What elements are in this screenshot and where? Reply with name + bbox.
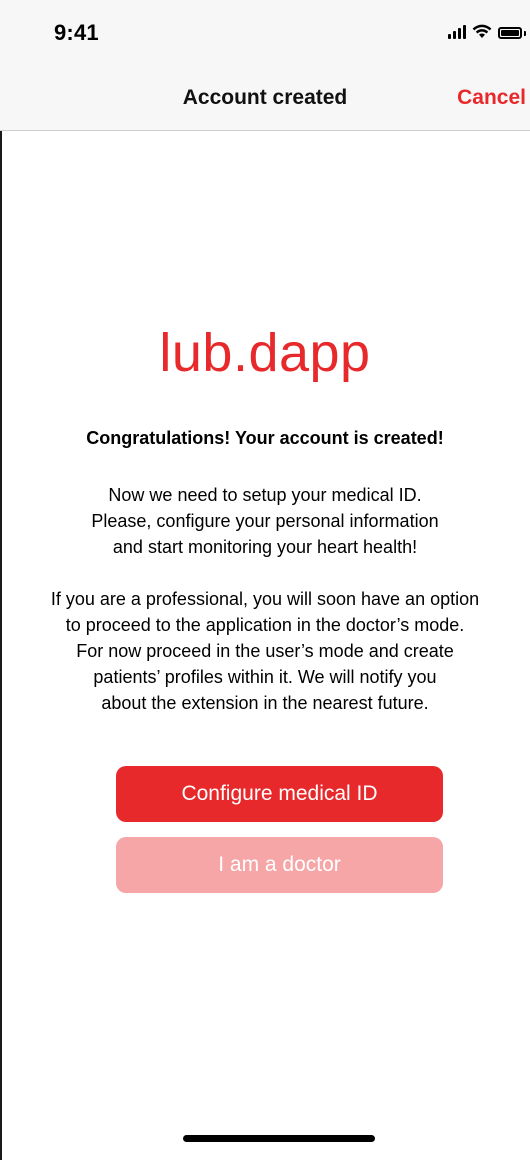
i-am-a-doctor-button[interactable]: I am a doctor [116,837,443,893]
professional-notice: If you are a professional, you will soon… [0,586,530,716]
page-title: Account created [182,86,348,109]
battery-cap [524,31,526,36]
medical-id-instructions: Now we need to setup your medical ID. Pl… [0,482,530,560]
wifi-icon [472,24,492,38]
status-time: 9:41 [54,20,99,45]
congratulations-headline: Congratulations! Your account is created… [86,428,444,448]
battery-icon [498,27,522,39]
signal-icon [448,25,466,39]
configure-medical-id-button[interactable]: Configure medical ID [116,766,443,822]
status-bar: 9:41 [0,0,530,64]
instruction-line: Now we need to setup your medical ID. [108,485,422,505]
home-indicator[interactable] [183,1135,375,1142]
instruction-line: and start monitoring your heart health! [112,537,418,557]
notice-line: about the extension in the nearest futur… [101,693,429,713]
app-logo: lub.dapp [159,323,371,383]
notice-line: For now proceed in the user’s mode and c… [76,641,454,661]
cancel-button[interactable]: Cancel [457,86,526,110]
notice-line: patients’ profiles within it. We will no… [93,667,437,687]
screen-frame [0,0,530,1160]
instruction-line: Please, configure your personal informat… [91,511,439,531]
status-icons [448,24,526,39]
navigation-bar: Account created Cancel [0,64,530,131]
notice-line: If you are a professional, you will soon… [50,589,480,609]
notice-line: to proceed to the application in the doc… [65,615,465,635]
